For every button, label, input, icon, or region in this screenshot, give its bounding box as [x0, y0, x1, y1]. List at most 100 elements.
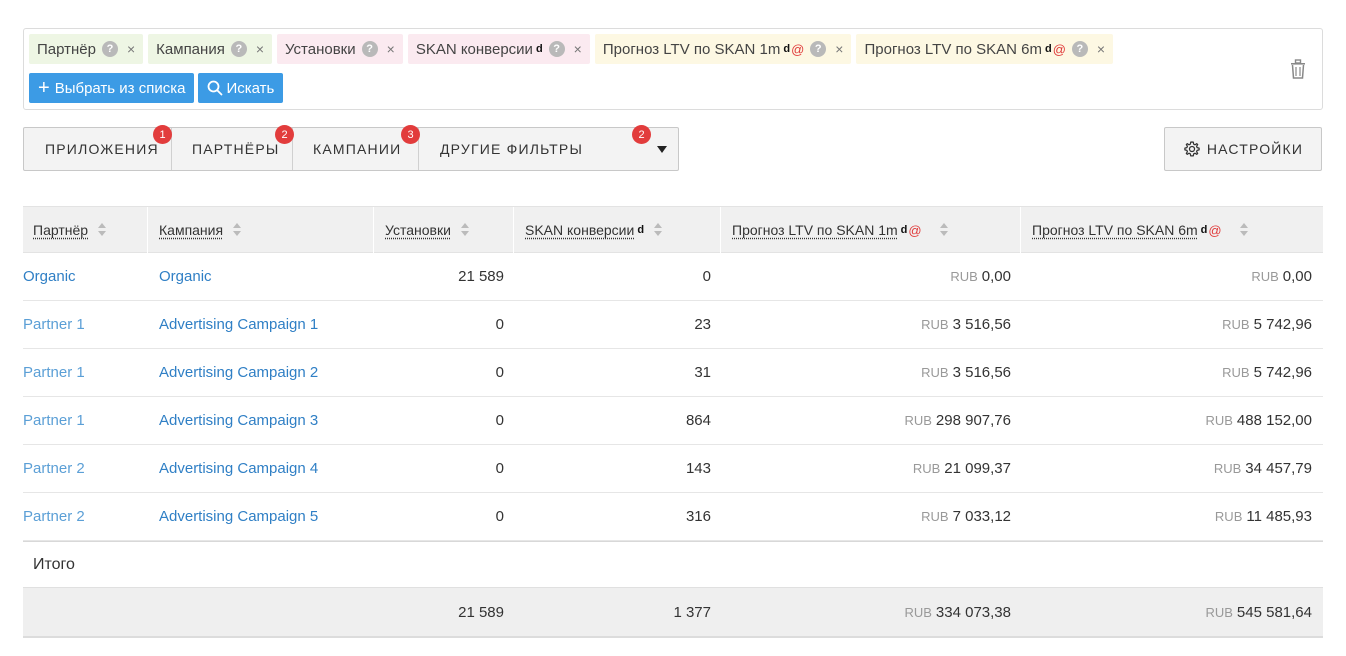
d-mark: d — [1044, 43, 1052, 55]
currency-label: RUB — [904, 604, 932, 620]
search-button[interactable]: Искать — [198, 73, 284, 103]
ltv-1m-cell: RUB 3 516,56 — [721, 301, 1011, 348]
partner-link[interactable]: Partner 1 — [23, 349, 85, 396]
sort-icon[interactable] — [233, 223, 242, 237]
tab-label: ПРИЛОЖЕНИЯ — [45, 141, 159, 157]
settings-label: НАСТРОЙКИ — [1206, 141, 1304, 157]
ltv-6m-cell: RUB 34 457,79 — [1021, 445, 1312, 492]
plus-icon: + — [38, 77, 50, 99]
ltv-6m-value: 0,00 — [1282, 268, 1312, 285]
total-ltv-1m-value: 334 073,38 — [935, 603, 1011, 621]
campaign-link[interactable]: Advertising Campaign 3 — [159, 397, 318, 444]
ltv-6m-cell: RUB 5 742,96 — [1021, 349, 1312, 396]
ltv-1m-cell: RUB 7 033,12 — [721, 493, 1011, 540]
currency-label: RUB — [1222, 317, 1250, 332]
currency-label: RUB — [904, 413, 932, 428]
ltv-1m-value: 7 033,12 — [952, 508, 1011, 525]
currency-label: RUB — [1251, 269, 1279, 284]
partner-link[interactable]: Organic — [23, 253, 76, 300]
trash-icon[interactable] — [1289, 58, 1307, 80]
help-icon[interactable]: ? — [810, 41, 827, 57]
currency-label: RUB — [950, 269, 978, 284]
tab-campaigns[interactable]: КАМПАНИИ 3 — [293, 125, 420, 170]
ltv-1m-value: 298 907,76 — [935, 412, 1011, 429]
help-icon[interactable]: ? — [1071, 41, 1088, 57]
ltv-1m-cell: RUB 298 907,76 — [721, 397, 1011, 444]
skan-cell: 0 — [702, 268, 711, 285]
help-icon[interactable]: ? — [548, 41, 565, 57]
sort-icon[interactable] — [460, 223, 469, 237]
tab-label: ДРУГИЕ ФИЛЬТРЫ — [440, 141, 584, 157]
tab-partners[interactable]: ПАРТНЁРЫ 2 — [172, 125, 294, 170]
d-mark: d — [535, 43, 543, 55]
partner-link[interactable]: Partner 2 — [23, 445, 85, 492]
ltv-1m-value: 3 516,56 — [952, 316, 1011, 333]
close-icon[interactable]: × — [256, 41, 264, 57]
ltv-1m-cell: RUB 21 099,37 — [721, 445, 1011, 492]
sort-icon[interactable] — [1239, 223, 1248, 237]
total-ltv-6m-value: 545 581,64 — [1236, 603, 1312, 621]
report-table: Партнёр Кампания Установки SKAN конверси… — [23, 206, 1323, 638]
metrics-panel: Партнёр ? × Кампания ? × Установки ? × S… — [23, 28, 1323, 110]
total-skan: 1 377 — [673, 603, 711, 621]
partner-link[interactable]: Partner 1 — [23, 397, 85, 444]
campaign-link[interactable]: Organic — [159, 253, 212, 300]
header-label: SKAN конверсии — [525, 222, 635, 238]
chip-label: Прогноз LTV по SKAN 1m — [602, 40, 781, 58]
close-icon[interactable]: × — [835, 41, 843, 57]
metric-chip-partner[interactable]: Партнёр ? × — [29, 34, 144, 64]
tab-apps[interactable]: ПРИЛОЖЕНИЯ 1 — [24, 125, 172, 170]
close-icon[interactable]: × — [127, 41, 135, 57]
col-header-ltv-6m[interactable]: Прогноз LTV по SKAN 6m d @ — [1021, 207, 1323, 253]
campaign-link[interactable]: Advertising Campaign 4 — [159, 445, 318, 492]
metric-chip-skan[interactable]: SKAN конверсии d ? × — [407, 34, 590, 64]
metric-chip-installs[interactable]: Установки ? × — [277, 34, 403, 64]
help-icon[interactable]: ? — [101, 41, 118, 57]
sort-icon[interactable] — [98, 223, 107, 237]
at-mark: @ — [1052, 41, 1066, 57]
ltv-1m-cell: RUB 3 516,56 — [721, 349, 1011, 396]
metric-chip-ltv-6m[interactable]: Прогноз LTV по SKAN 6m d @ ? × — [856, 34, 1114, 64]
count-badge: 3 — [401, 125, 420, 144]
sort-icon[interactable] — [654, 223, 663, 237]
campaign-link[interactable]: Advertising Campaign 5 — [159, 493, 318, 540]
ltv-6m-cell: RUB 5 742,96 — [1021, 301, 1312, 348]
ltv-1m-cell: RUB 0,00 — [721, 253, 1011, 300]
chip-label: Установки — [285, 40, 356, 58]
select-from-list-button[interactable]: + Выбрать из списка — [29, 73, 195, 103]
settings-button[interactable]: НАСТРОЙКИ — [1164, 127, 1322, 171]
metric-chips: Партнёр ? × Кампания ? × Установки ? × S… — [29, 34, 1114, 64]
col-header-skan[interactable]: SKAN конверсии d — [514, 207, 721, 253]
campaign-link[interactable]: Advertising Campaign 2 — [159, 349, 318, 396]
metric-actions: + Выбрать из списка Искать — [29, 73, 284, 103]
tab-other-filters[interactable]: ДРУГИЕ ФИЛЬТРЫ 2 — [419, 125, 678, 170]
partner-link[interactable]: Partner 2 — [23, 493, 85, 540]
currency-label: RUB — [1205, 604, 1233, 620]
total-installs: 21 589 — [458, 603, 504, 621]
ltv-1m-value: 0,00 — [981, 268, 1011, 285]
metric-chip-campaign[interactable]: Кампания ? × — [148, 34, 273, 64]
sort-icon[interactable] — [939, 223, 948, 237]
col-header-campaign[interactable]: Кампания — [148, 207, 374, 253]
search-icon — [208, 80, 223, 96]
caret-down-icon[interactable] — [657, 146, 667, 153]
close-icon[interactable]: × — [574, 41, 582, 57]
d-mark: d — [1200, 224, 1208, 236]
close-icon[interactable]: × — [387, 41, 395, 57]
col-header-partner[interactable]: Партнёр — [23, 207, 148, 253]
table-row: Partner 1 Advertising Campaign 1 0 23 RUB 3 5… — [23, 301, 1323, 349]
skan-cell: 23 — [694, 316, 711, 333]
metric-chip-ltv-1m[interactable]: Прогноз LTV по SKAN 1m d @ ? × — [594, 34, 852, 64]
close-icon[interactable]: × — [1097, 41, 1105, 57]
skan-cell: 316 — [685, 508, 711, 525]
at-mark: @ — [908, 222, 922, 238]
header-label: Установки — [385, 222, 451, 238]
col-header-ltv-1m[interactable]: Прогноз LTV по SKAN 1m d @ — [721, 207, 1021, 253]
partner-link[interactable]: Partner 1 — [23, 301, 85, 348]
campaign-link[interactable]: Advertising Campaign 1 — [159, 301, 318, 348]
help-icon[interactable]: ? — [230, 41, 247, 57]
tab-label: ПАРТНЁРЫ — [192, 141, 280, 157]
ltv-1m-value: 3 516,56 — [952, 364, 1011, 381]
col-header-installs[interactable]: Установки — [374, 207, 514, 253]
help-icon[interactable]: ? — [361, 41, 378, 57]
